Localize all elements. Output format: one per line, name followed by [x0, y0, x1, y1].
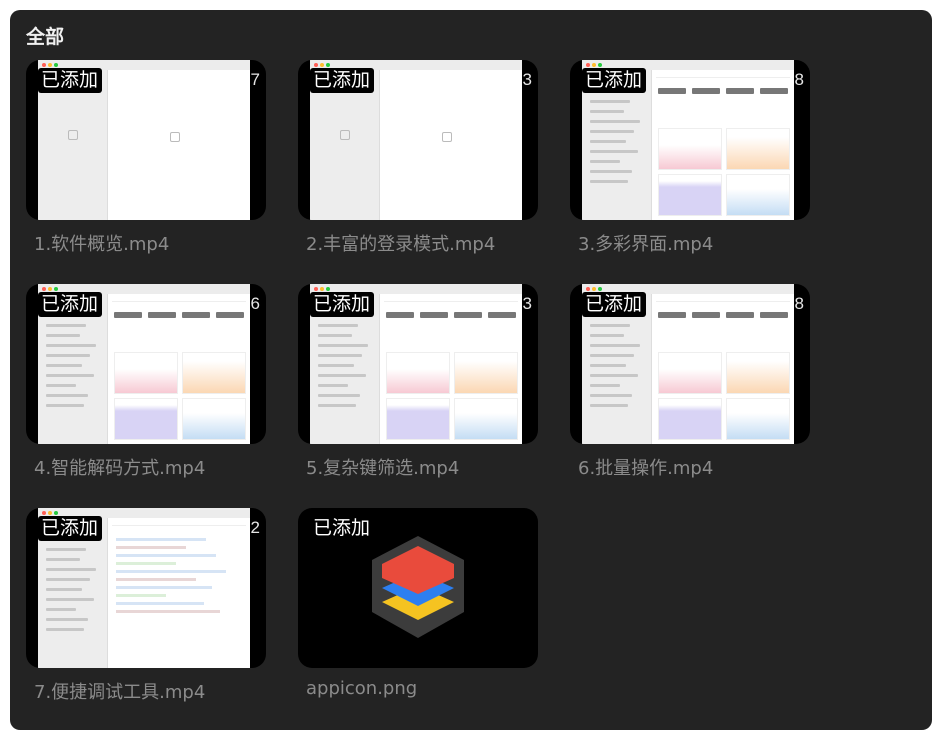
added-badge: 已添加 [38, 516, 103, 541]
panel-title: 全部 [26, 26, 65, 48]
added-badge: 已添加 [38, 68, 103, 93]
duration-label: 2 [250, 518, 260, 537]
file-name: 3.多彩界面.mp4 [578, 234, 714, 255]
added-badge: 已添加 [582, 68, 647, 93]
app-icon [368, 532, 468, 642]
video-thumbnail[interactable]: 已添加 6 [26, 284, 266, 444]
file-name: 4.智能解码方式.mp4 [34, 458, 206, 479]
duration-label: 27 [241, 70, 260, 89]
media-item-3[interactable]: 已添加 8 3.多彩界面.mp4 [570, 60, 810, 255]
duration-label: 3 [522, 70, 532, 89]
media-item-2[interactable]: 已添加 3 2.丰富的登录模式.mp4 [298, 60, 538, 255]
added-badge: 已添加 [310, 516, 375, 541]
media-item-6[interactable]: 已添加 8 6.批量操作.mp4 [570, 284, 810, 479]
file-name: 1.软件概览.mp4 [34, 234, 170, 255]
duration-label: 3 [522, 294, 532, 313]
media-item-1[interactable]: 已添加 27 1.软件概览.mp4 [26, 60, 266, 255]
media-item-4[interactable]: 已添加 6 4.智能解码方式.mp4 [26, 284, 266, 479]
added-badge: 已添加 [310, 292, 375, 317]
file-name: 6.批量操作.mp4 [578, 458, 714, 479]
file-name: 2.丰富的登录模式.mp4 [306, 234, 496, 255]
media-item-5[interactable]: 已添加 3 5.复杂键筛选.mp4 [298, 284, 538, 479]
video-thumbnail[interactable]: 已添加 27 [26, 60, 266, 220]
video-thumbnail[interactable]: 已添加 8 [570, 60, 810, 220]
file-name: 7.便捷调试工具.mp4 [34, 682, 206, 703]
media-item-7[interactable]: 已添加 2 7.便捷调试工具.mp4 [26, 508, 266, 703]
file-name: 5.复杂键筛选.mp4 [306, 458, 460, 479]
video-thumbnail[interactable]: 已添加 2 [26, 508, 266, 668]
duration-label: 6 [250, 294, 260, 313]
added-badge: 已添加 [582, 292, 647, 317]
media-item-8[interactable]: 已添加 appicon.png [298, 508, 538, 699]
video-thumbnail[interactable]: 已添加 3 [298, 284, 538, 444]
image-thumbnail[interactable]: 已添加 [298, 508, 538, 668]
video-thumbnail[interactable]: 已添加 3 [298, 60, 538, 220]
duration-label: 8 [794, 70, 804, 89]
video-thumbnail[interactable]: 已添加 8 [570, 284, 810, 444]
media-library-panel: 全部 已添加 27 1.软件概览.mp4 已添加 3 2.丰富的登录模式.mp4 [10, 10, 932, 730]
duration-label: 8 [794, 294, 804, 313]
file-name: appicon.png [306, 678, 418, 699]
added-badge: 已添加 [38, 292, 103, 317]
added-badge: 已添加 [310, 68, 375, 93]
